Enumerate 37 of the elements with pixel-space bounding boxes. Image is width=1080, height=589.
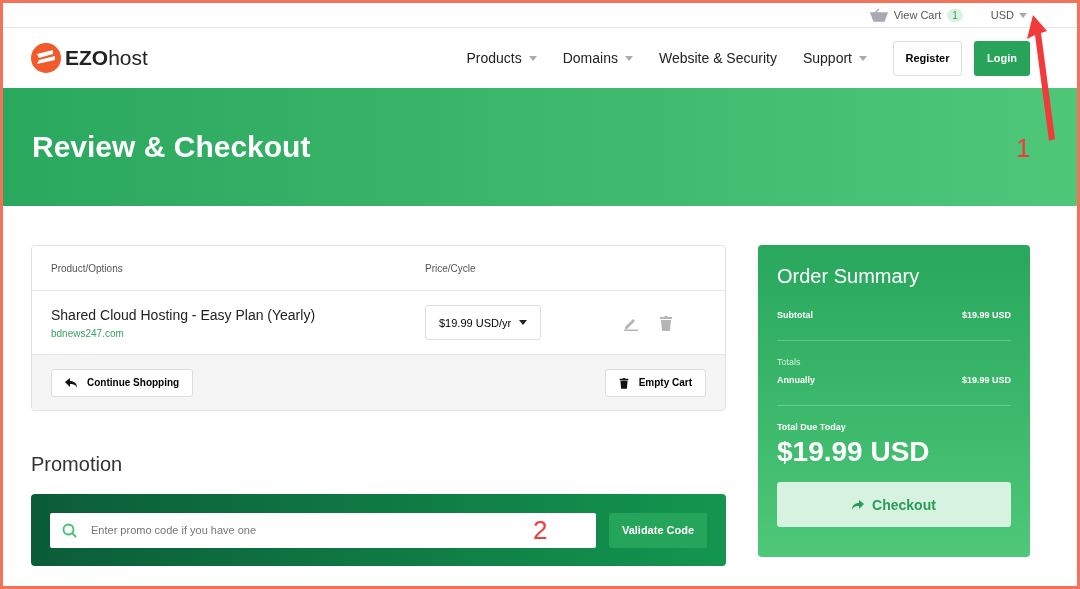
annotation-number: 2 (533, 515, 548, 546)
summary-title: Order Summary (777, 265, 921, 288)
summary-value: $19.99 USD (961, 310, 1011, 320)
reply-arrow-icon (65, 377, 77, 388)
column-header: Price/Cycle (425, 262, 477, 274)
summary-label: Subtotal (777, 310, 813, 320)
forward-arrow-icon (852, 499, 865, 510)
currency-menu[interactable]: USD (990, 9, 1027, 21)
summary-label: Total Due Today (777, 422, 847, 432)
nav-link[interactable]: Domains (562, 50, 633, 66)
product-domain: bdnews247.com (51, 327, 125, 339)
caret-icon (1019, 12, 1027, 18)
logo-text: EZOhost (65, 46, 148, 70)
total-due: $19.99 USD (777, 436, 931, 468)
view-cart-link[interactable]: View Cart (869, 8, 942, 22)
cart-count: 1 (947, 8, 963, 22)
product-name: Shared Cloud Hosting - Easy Plan (Yearly) (51, 306, 317, 323)
continue-shopping-button[interactable]: Continue Shopping (51, 368, 194, 397)
trash-icon (618, 376, 629, 389)
nav-link[interactable]: Products (466, 50, 537, 66)
basket-icon (869, 8, 888, 22)
page-title: Review & Checkout (32, 130, 311, 164)
trash-icon[interactable] (659, 314, 673, 331)
empty-cart-button[interactable]: Empty Cart (604, 368, 706, 397)
summary-label: Annually (777, 375, 815, 385)
caret-icon (519, 320, 528, 325)
section-title: Promotion (31, 453, 124, 476)
register-button[interactable]: Register (893, 40, 962, 76)
annotation-number: 1 (1016, 133, 1031, 164)
search-icon (62, 522, 77, 538)
price-dropdown[interactable]: $19.99 USD/yr (425, 305, 542, 340)
nav-link[interactable]: Support (802, 50, 867, 66)
nav-link[interactable]: Website & Security (658, 50, 777, 66)
summary-value: $19.99 USD (961, 375, 1011, 385)
column-header: Product/Options (50, 262, 124, 274)
summary-label: Totals (777, 357, 802, 367)
logo-icon (31, 43, 61, 73)
